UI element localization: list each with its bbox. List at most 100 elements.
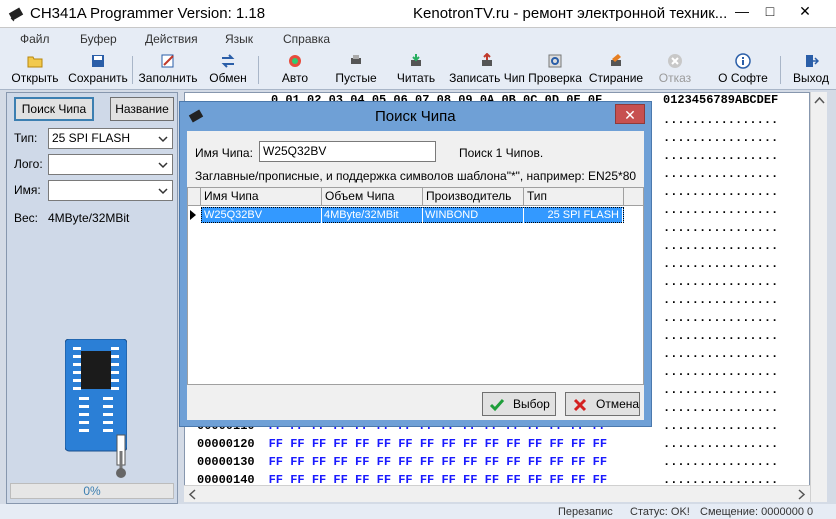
column-chip-size[interactable]: Объем Чипа [322,188,423,206]
column-type[interactable]: Тип [524,188,624,206]
toolbar-separator [258,56,259,84]
status-state: Статус: OK! [630,506,690,518]
cancel-circle-icon [668,54,682,68]
edit-doc-icon [161,54,174,68]
floppy-icon [92,55,104,67]
menu-actions[interactable]: Действия [145,32,198,46]
open-button[interactable]: Открыть [8,50,62,90]
auto-button[interactable]: Авто [270,50,320,90]
chevron-down-icon [158,162,168,169]
chip-name-input[interactable]: W25Q32BV [259,141,436,162]
scroll-right-icon[interactable] [793,486,810,503]
ascii-row: ................ [663,257,779,271]
scroll-up-icon[interactable] [811,92,828,109]
ascii-row: ................ [663,131,779,145]
dialog-title-bar: Поиск Чипа ✕ [180,102,651,130]
cross-icon [573,398,587,412]
horizontal-scrollbar[interactable] [184,485,810,502]
name-label: Имя: [14,183,41,197]
scroll-left-icon[interactable] [184,486,201,503]
chip-blank-icon [351,55,361,64]
erase-button[interactable]: Стирание [588,50,644,90]
toolbar: Открыть Сохранить Заполнить Обмен Авто П… [0,50,836,90]
cancel-button[interactable]: Отмена [565,392,640,416]
cell-type: 25 SPI FLASH [524,208,623,224]
ascii-row: ................ [663,293,779,307]
menu-help[interactable]: Справка [283,32,330,46]
close-button[interactable]: ✕ [790,0,820,22]
menu-buffer[interactable]: Буфер [80,32,117,46]
toolbar-separator [132,56,133,84]
row-indicator-header [188,188,201,206]
cell-chip-size: 4MByte/32MBit [322,208,423,224]
auto-chip-icon [289,55,301,67]
write-button[interactable]: Записать Чип [448,50,526,90]
menu-file[interactable]: Файл [20,32,50,46]
exit-button[interactable]: Выход [790,50,832,90]
ascii-row: ................ [663,221,779,235]
ascii-row: ................ [663,329,779,343]
verify-button[interactable]: Проверка [528,50,582,90]
checkmark-icon [489,399,505,412]
search-chip-dialog: Поиск Чипа ✕ Имя Чипа: W25Q32BV Поиск 1 … [179,101,652,427]
search-chip-button[interactable]: Поиск Чипа [14,97,94,121]
eraser-icon [611,54,621,66]
blank-check-button[interactable]: Пустые [330,50,382,90]
fill-button[interactable]: Заполнить [138,50,198,90]
table-row[interactable]: W25Q32BV 4MByte/32MBit WINBOND 25 SPI FL… [201,207,624,224]
column-chip-name[interactable]: Имя Чипа [201,188,322,206]
logo-select[interactable] [48,154,173,175]
swap-button[interactable]: Обмен [204,50,252,90]
vertical-scrollbar[interactable] [810,92,827,502]
chip-name-button[interactable]: Название [110,97,174,121]
left-panel: Поиск Чипа Название Тип: 25 SPI FLASH Ло… [6,92,178,504]
ascii-row: ................ [663,185,779,199]
table-header: Имя Чипа Объем Чипа Производитель Тип [188,188,643,206]
name-select[interactable] [48,180,173,201]
dialog-body: Имя Чипа: W25Q32BV Поиск 1 Чипов. Заглав… [187,131,644,420]
abort-button[interactable]: Отказ [652,50,698,90]
ascii-column-header: 0123456789ABCDEF [663,93,779,107]
about-button[interactable]: О Софте [716,50,770,90]
column-vendor[interactable]: Производитель [423,188,524,206]
save-button[interactable]: Сохранить [68,50,128,90]
ascii-row: ................ [663,365,779,379]
window-subtitle: KenotronTV.ru - ремонт электронной техни… [413,5,728,22]
chip-icon [8,7,24,22]
ascii-row: ................ [663,383,779,397]
cell-chip-name: W25Q32BV [202,208,322,224]
exit-door-icon [806,55,819,67]
info-icon [735,53,751,69]
verify-icon [548,54,562,68]
hex-row: 00000130 FF FF FF FF FF FF FF FF FF FF FF… [197,455,608,469]
chevron-down-icon [158,188,168,195]
status-rewrite: Перезапис [558,506,613,518]
chip-name-label: Имя Чипа: [195,146,253,160]
chip-write-icon [482,53,492,66]
maximize-button[interactable]: □ [755,0,785,22]
select-button[interactable]: Выбор [482,392,556,416]
chip-results-table: Имя Чипа Объем Чипа Производитель Тип W2… [187,187,644,385]
progress-bar: 0% [10,483,174,499]
type-select[interactable]: 25 SPI FLASH [48,128,173,149]
hex-row: 00000120 FF FF FF FF FF FF FF FF FF FF FF… [197,437,608,451]
folder-open-icon [27,56,43,68]
swap-arrows-icon [221,54,235,68]
size-label: Вес: [14,211,39,225]
ascii-row: ................ [663,437,779,451]
search-hint: Заглавные/прописные, и поддержка символо… [195,169,637,183]
title-bar: CH341A Programmer Version: 1.18 Kenotron… [0,0,836,28]
ascii-row: ................ [663,401,779,415]
ascii-row: ................ [663,239,779,253]
ascii-row: ................ [663,455,779,469]
ascii-row: ................ [663,275,779,289]
logo-label: Лого: [14,157,43,171]
read-button[interactable]: Читать [390,50,442,90]
chevron-down-icon [158,136,168,143]
toolbar-separator [780,56,781,84]
dialog-close-button[interactable]: ✕ [615,104,645,124]
window-title: CH341A Programmer Version: 1.18 [30,5,266,22]
minimize-button[interactable]: — [727,0,757,22]
menu-language[interactable]: Язык [225,32,253,46]
dialog-title: Поиск Чипа [375,108,456,125]
